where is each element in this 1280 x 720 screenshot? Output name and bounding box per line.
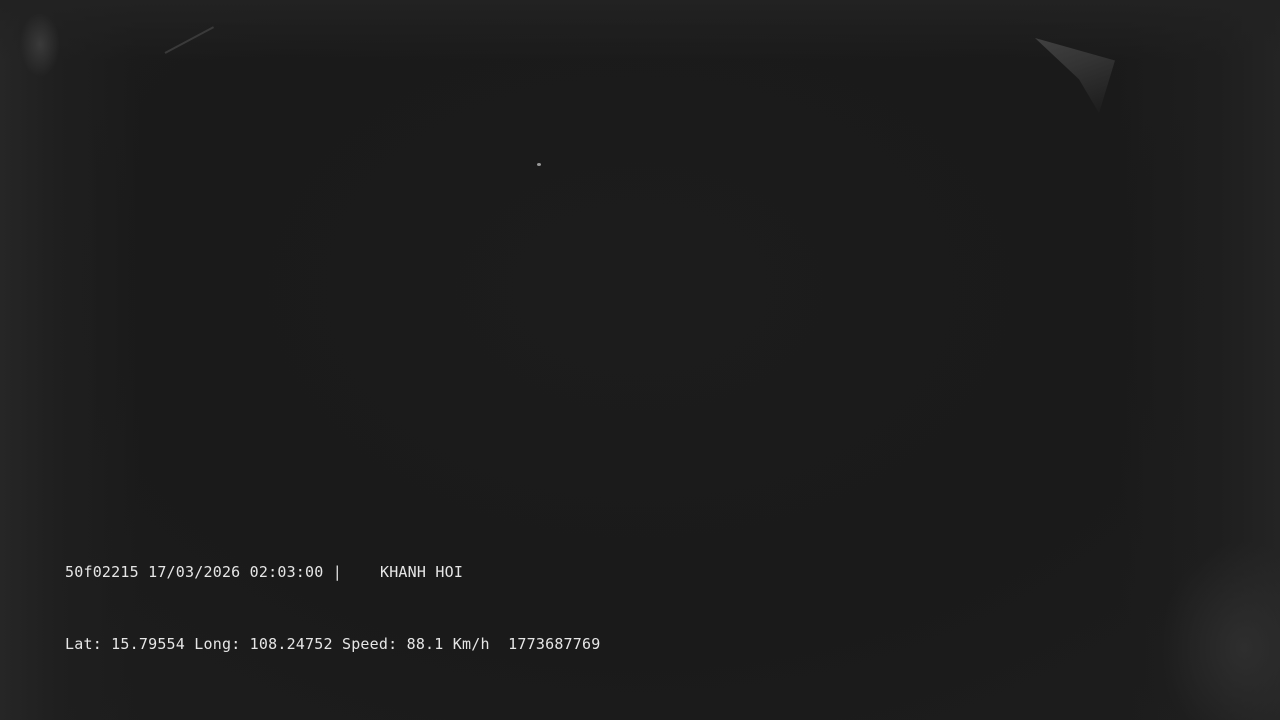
frame-top-shading xyxy=(0,0,1280,60)
osd-speed-label: Speed: xyxy=(341,635,398,653)
light-speck xyxy=(537,163,541,166)
osd-speed-unit: Km/h xyxy=(452,635,490,653)
osd-unix-timestamp: 1773687769 xyxy=(508,635,601,653)
osd-lat-label: Lat: xyxy=(65,635,102,653)
osd-device-id: 50f02215 xyxy=(65,563,139,581)
osd-time: 02:03:00 xyxy=(249,563,324,581)
osd-long-value: 108.24752 xyxy=(249,635,333,653)
frame-bottom-right-blotch xyxy=(1160,540,1280,720)
osd-date: 17/03/2026 xyxy=(148,563,241,581)
lens-glare-top-left xyxy=(20,12,60,77)
camera-frame: 50f02215 17/03/2026 02:03:00 | KHANH HOI … xyxy=(0,0,1280,720)
osd-info-line-1: 50f02215 17/03/2026 02:03:00 | KHANH HOI xyxy=(65,563,463,581)
frame-left-shading xyxy=(0,0,140,720)
osd-speed-value: 88.1 xyxy=(406,635,444,653)
osd-location: KHANH HOI xyxy=(379,563,464,581)
osd-separator: | xyxy=(332,563,342,581)
osd-info-line-2: Lat: 15.79554 Long: 108.24752 Speed: 88.… xyxy=(65,635,600,653)
osd-long-label: Long: xyxy=(194,635,241,653)
osd-lat-value: 15.79554 xyxy=(111,635,186,653)
